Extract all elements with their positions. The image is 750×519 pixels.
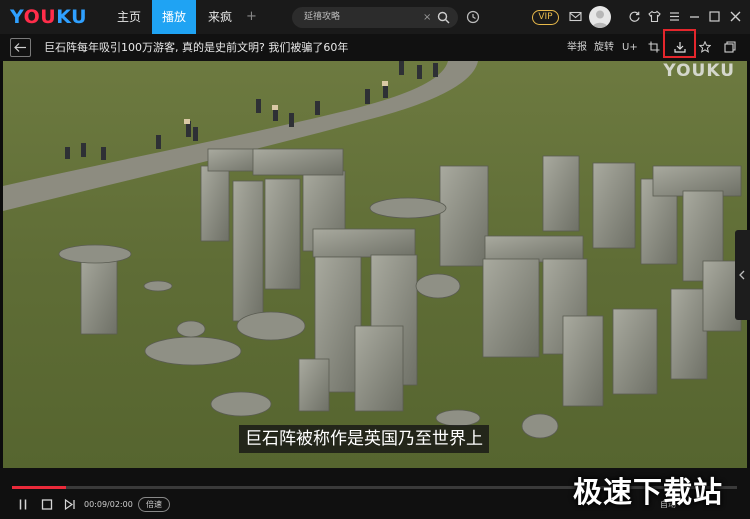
minimize-icon[interactable] <box>688 10 701 23</box>
download-highlight-box <box>663 29 696 58</box>
playback-time: 00:09/02:00 <box>84 500 133 509</box>
rotate-button[interactable]: 旋转 <box>594 34 614 61</box>
progress-fill <box>12 486 67 489</box>
user-avatar-icon <box>592 10 608 28</box>
mail-icon[interactable] <box>569 10 582 23</box>
close-icon[interactable] <box>729 10 742 23</box>
arrow-left-icon <box>14 43 26 52</box>
chevron-left-icon <box>739 270 745 280</box>
maximize-icon[interactable] <box>708 10 721 23</box>
search-icon[interactable] <box>437 11 450 24</box>
avatar[interactable] <box>589 6 611 28</box>
stop-icon[interactable] <box>41 498 53 511</box>
top-bar: YOUKU 主页 播放 来疯 + 延禧攻略 × VIP <box>0 0 750 34</box>
crop-icon[interactable] <box>648 41 660 53</box>
favorite-star-icon[interactable] <box>699 41 711 53</box>
side-panel-toggle[interactable] <box>735 230 750 320</box>
search-box[interactable]: 延禧攻略 × <box>292 7 458 28</box>
add-tab-button[interactable]: + <box>246 0 257 34</box>
video-title: 巨石阵每年吸引100万游客, 真的是史前文明? 我们被骗了60年 <box>44 41 349 54</box>
tab-home[interactable]: 主页 <box>108 0 150 34</box>
search-input[interactable]: 延禧攻略 <box>304 7 340 28</box>
site-watermark: 极速下载站 <box>573 475 724 509</box>
search-clear-button[interactable]: × <box>423 7 431 28</box>
youku-watermark: YOUKU <box>663 61 735 81</box>
tab-laifeng[interactable]: 来疯 <box>198 0 242 34</box>
stonehenge-scene <box>3 61 747 468</box>
menu-icon[interactable] <box>668 10 681 23</box>
video-player[interactable]: YOUKU 巨石阵被称作是英国乃至世界上 <box>3 61 747 468</box>
skin-icon[interactable] <box>648 10 661 23</box>
tab-play[interactable]: 播放 <box>152 0 196 34</box>
video-title-bar: 巨石阵每年吸引100万游客, 真的是史前文明? 我们被骗了60年 举报 旋转 U… <box>0 34 750 61</box>
refresh-icon[interactable] <box>628 10 641 23</box>
uplus-button[interactable]: U+ <box>622 34 638 61</box>
vip-badge[interactable]: VIP <box>532 10 559 25</box>
report-button[interactable]: 举报 <box>567 34 587 61</box>
history-icon[interactable] <box>466 10 480 24</box>
mini-window-icon[interactable] <box>724 41 736 53</box>
pause-icon[interactable] <box>17 498 29 511</box>
youku-logo[interactable]: YOUKU <box>10 5 87 29</box>
back-button[interactable] <box>10 38 31 57</box>
next-icon[interactable] <box>64 498 76 511</box>
video-subtitle: 巨石阵被称作是英国乃至世界上 <box>239 425 489 453</box>
speed-button[interactable]: 倍速 <box>138 497 170 512</box>
